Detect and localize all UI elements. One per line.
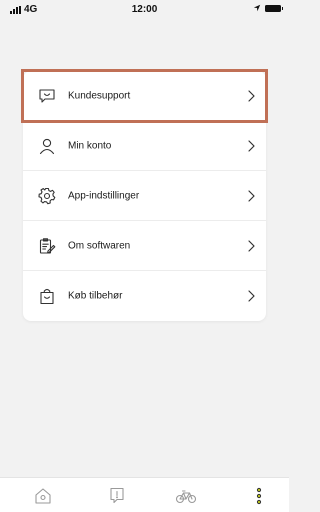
tab-bike[interactable]: [175, 485, 197, 507]
menu-item-label: Kundesupport: [68, 90, 131, 101]
alert-icon: [110, 487, 124, 504]
chat-bubble-smile-icon: [38, 87, 56, 105]
menu-item-label: Køb tilbehør: [68, 290, 123, 302]
bicycle-icon: [175, 490, 197, 504]
battery-icon: [265, 4, 283, 12]
menu-item-min-konto[interactable]: Min konto: [23, 121, 266, 171]
chevron-right-icon: [248, 239, 255, 252]
menu-item-kundesupport[interactable]: Kundesupport: [21, 69, 268, 123]
shopping-bag-icon: [38, 287, 56, 305]
tab-bar: [0, 477, 289, 512]
chevron-right-icon: [248, 89, 255, 102]
menu-item-koeb-tilbehoer[interactable]: Køb tilbehør: [23, 271, 266, 321]
menu-card: Kundesupport Min konto App-indstillinger: [21, 69, 268, 321]
chevron-right-icon: [248, 189, 255, 202]
chevron-right-icon: [248, 139, 255, 152]
menu-item-label: Om softwaren: [68, 240, 131, 251]
status-bar: 4G 12:00: [0, 0, 289, 20]
more-dots-icon: [256, 487, 262, 505]
menu-item-label: Min konto: [68, 140, 112, 151]
person-icon: [38, 137, 56, 155]
document-edit-icon: [38, 237, 56, 255]
tab-home[interactable]: [32, 485, 54, 507]
chevron-right-icon: [248, 290, 255, 302]
home-icon: [35, 488, 51, 504]
menu-item-om-softwaren[interactable]: Om softwaren: [23, 221, 266, 271]
menu-item-label: App-indstillinger: [68, 190, 140, 201]
status-time: 12:00: [131, 4, 158, 15]
tab-alerts[interactable]: [106, 485, 128, 507]
location-arrow-icon: [253, 4, 261, 12]
status-right: [253, 4, 283, 12]
menu-item-app-indstillinger[interactable]: App-indstillinger: [23, 171, 266, 221]
tab-more[interactable]: [248, 485, 270, 507]
gear-icon: [38, 187, 56, 205]
